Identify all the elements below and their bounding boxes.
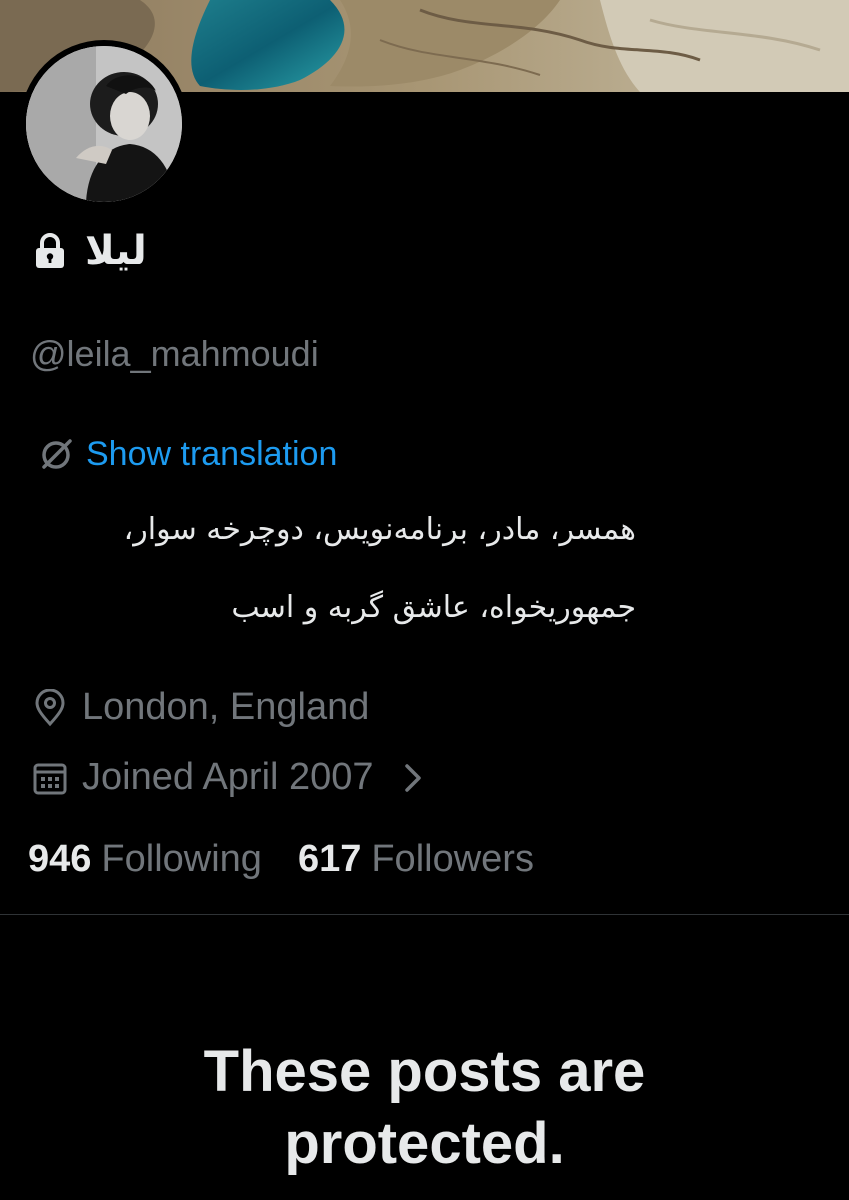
section-divider (0, 914, 849, 915)
following-count: 946 (28, 838, 92, 880)
avatar[interactable] (26, 46, 182, 202)
show-translation-button[interactable]: Show translation (36, 434, 337, 474)
show-translation-label: Show translation (86, 434, 338, 473)
following-link[interactable]: 946 Following (28, 838, 262, 881)
followers-link[interactable]: 617 Followers (298, 838, 534, 881)
location-text: London, England (82, 686, 370, 728)
protected-posts-notice: These posts are protected. (0, 1036, 849, 1180)
user-handle: @leila_mahmoudi (30, 333, 319, 374)
protected-notice-line-1: These posts are (203, 1039, 646, 1104)
display-name-row: ليلا (33, 228, 147, 274)
followers-label: Followers (371, 838, 534, 880)
calendar-icon (33, 763, 67, 794)
location-row: London, England (32, 686, 369, 729)
chevron-right-icon (404, 763, 421, 792)
avatar-photo (26, 46, 182, 202)
following-label: Following (101, 838, 262, 880)
followers-count: 617 (297, 838, 362, 880)
joined-row[interactable]: Joined April 2007 (32, 756, 426, 799)
translate-icon (42, 439, 72, 469)
lock-icon (36, 233, 64, 268)
display-name: ليلا (85, 228, 147, 274)
location-pin-icon (35, 688, 65, 726)
bio-line-2: جمهوریخواه، عاشق گربه و اسب (231, 590, 636, 625)
follow-stats: 946 Following 617 Followers (28, 838, 534, 881)
joined-text: Joined April 2007 (82, 756, 374, 798)
bio-line-1: همسر، مادر، برنامه‌نویس، دوچرخه سوار، (123, 512, 636, 547)
protected-notice-line-2: protected. (284, 1111, 565, 1176)
